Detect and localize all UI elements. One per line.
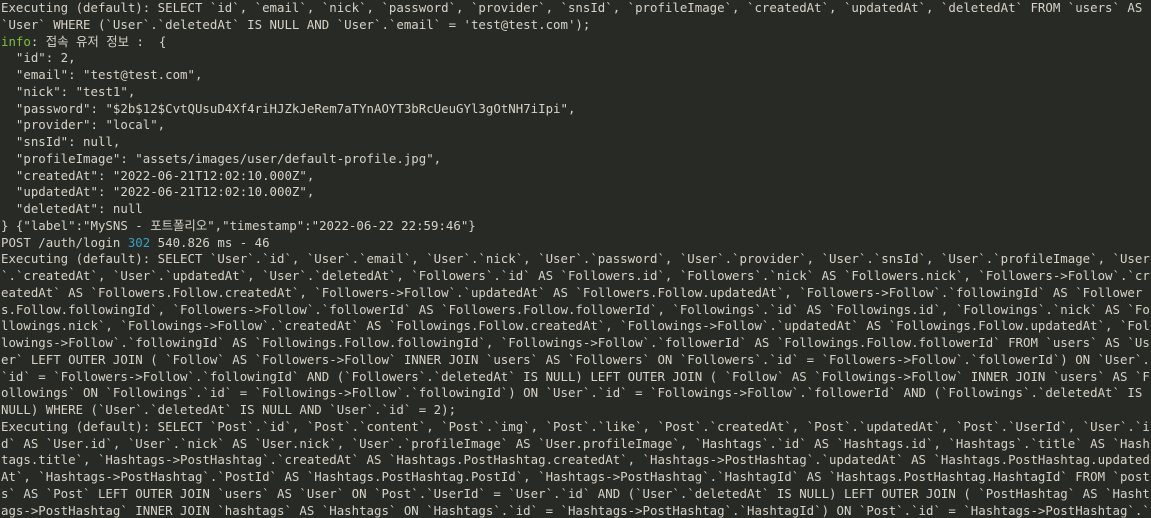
line-sql-user-select: Executing (default): SELECT `id`, `email… [1,0,1151,34]
line-json-email: "email": "test@test.com", [1,67,1151,84]
http-timing: 540.826 ms - 46 [150,234,270,250]
line-json-updatedat: "updatedAt": "2022-06-21T12:02:10.000Z", [1,184,1151,201]
line-http-post-login: POST /auth/login 302 540.826 ms - 46 [1,235,1151,252]
log-text: "nick": "test1", [1,83,136,99]
log-text: "snsId": null, [1,134,121,149]
log-text: "provider": "local", [1,117,166,133]
log-text: : 접속 유저 정보 : { [30,33,167,49]
log-level-info: info [1,33,31,49]
log-text: "email": "test@test.com", [1,67,203,82]
http-method-path: POST /auth/login [1,234,128,250]
line-json-createdat: "createdAt": "2022-06-21T12:02:10.000Z", [1,168,1151,185]
line-info-user-header: info: 접속 유저 정보 : { [1,34,1151,51]
line-json-profileimage: "profileImage": "assets/images/user/defa… [1,151,1151,168]
terminal-window[interactable]: Executing (default): SELECT `id`, `email… [0,0,1151,518]
log-text: Executing (default): SELECT `Post`.`id`,… [1,418,1150,518]
log-text: Executing (default): SELECT `User`.`id`,… [1,251,1150,417]
line-json-snsid: "snsId": null, [1,134,1151,151]
terminal-log-output: Executing (default): SELECT `id`, `email… [0,0,1151,518]
log-text: "deletedAt": null [1,201,143,216]
log-text: "password": "$2b$12$CvtQUsuD4Xf4riHJZkJe… [1,100,576,116]
line-json-password: "password": "$2b$12$CvtQUsuD4Xf4riHJZkJe… [1,101,1151,118]
log-text: "updatedAt": "2022-06-21T12:02:10.000Z", [1,184,315,200]
line-json-close-label: } {"label":"MySNS - 포트폴리오","timestamp":"… [1,218,1151,235]
line-json-deletedat: "deletedAt": null [1,201,1151,218]
line-sql-post-select: Executing (default): SELECT `Post`.`id`,… [1,419,1151,518]
log-text: "profileImage": "assets/images/user/defa… [1,150,442,166]
line-json-id: "id": 2, [1,50,1151,67]
log-text: Executing (default): SELECT `id`, `email… [1,0,1150,32]
http-status-code: 302 [127,234,151,250]
log-text: } {"label":"MySNS - 포트폴리오","timestamp":"… [1,217,476,233]
line-json-nick: "nick": "test1", [1,84,1151,101]
line-json-provider: "provider": "local", [1,117,1151,134]
log-text: "id": 2, [1,50,76,66]
log-text: "createdAt": "2022-06-21T12:02:10.000Z", [1,167,315,183]
line-sql-user-follow-select: Executing (default): SELECT `User`.`id`,… [1,251,1151,419]
